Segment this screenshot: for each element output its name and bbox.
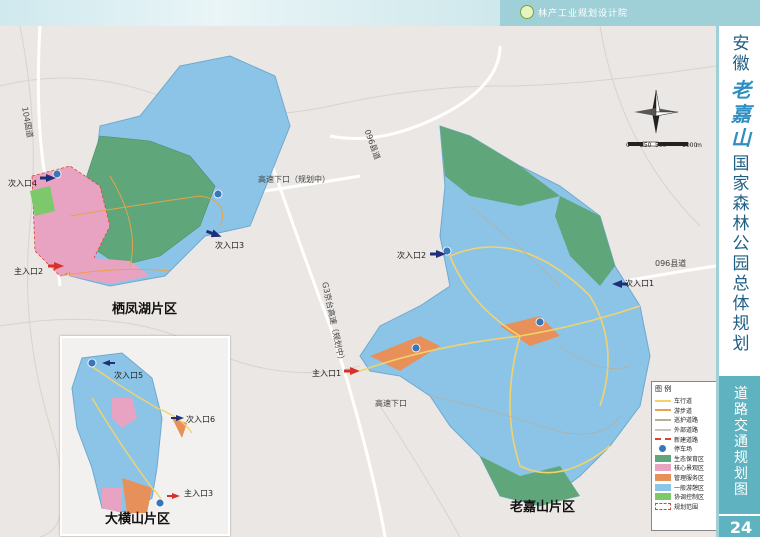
legend-swatch — [655, 454, 671, 462]
legend-item: 生态保育区 — [655, 454, 713, 464]
header-band — [0, 0, 540, 26]
legend-item: 核心景观区 — [655, 463, 713, 473]
map-legend: 图 例 车行道 游步道巡护道路外部道路 新建道路停车场 生态保育区核心景观区管理服务区… — [651, 381, 717, 531]
legend-item: 停车场 — [655, 444, 713, 454]
legend-items: 车行道 游步道巡护道路外部道路 新建道路停车场 生态保育区核心景观区管理服务区 一般游憩… — [655, 396, 713, 511]
map-subtitle-box: 道路交通规划图 — [719, 376, 760, 514]
header-bar: 林产工业规划设计院 — [0, 0, 760, 26]
legend-label: 游步道 — [674, 407, 693, 415]
road-traffic-map: 次入口5 次入口6 主入口3 主入口2 次入口4 次入口3 次入口2 次入口1 … — [0, 26, 716, 537]
legend-item: 车行道 — [655, 396, 713, 406]
entry-arrow-icon — [167, 493, 180, 499]
label-highway-exit: 高速下口 — [375, 399, 407, 408]
scale-tick-0: 0 — [626, 142, 630, 149]
dahengshan-canvas — [71, 352, 193, 514]
legend-title: 图 例 — [655, 385, 672, 393]
legend-item: 外部道路 — [655, 425, 713, 435]
legend-swatch — [655, 493, 671, 501]
legend-label: 规划范围 — [674, 503, 699, 511]
scale-unit: m — [696, 142, 702, 149]
parking-icon — [87, 358, 97, 368]
map-subtitle: 道路交通规划图 — [734, 386, 748, 498]
legend-swatch — [655, 474, 671, 482]
label-entry-sec-4: 次入口4 — [8, 179, 38, 188]
legend-swatch — [655, 418, 671, 421]
legend-item: 巡护道路 — [655, 415, 713, 425]
title-fancy: 老嘉山 — [731, 78, 751, 150]
legend-label: 巡护道路 — [674, 417, 699, 425]
legend-label: 新建道路 — [674, 436, 699, 444]
label-entry-main-2: 主入口2 — [14, 267, 44, 276]
label-entry-sec-5: 次入口5 — [114, 371, 144, 380]
legend-swatch — [655, 483, 671, 491]
scale-tick-250: 250 — [640, 142, 652, 149]
legend-item: 管理服务区 — [655, 473, 713, 483]
road-096-north — [329, 45, 502, 140]
report-title: 安徽 老嘉山 国家森林公园总体规划 — [728, 34, 754, 354]
label-entry-sec-1: 次入口1 — [625, 279, 655, 288]
legend-item: 新建道路 — [655, 434, 713, 444]
scale-tick-1000: 1000 — [682, 142, 698, 149]
legend-item: 协调控制区 — [655, 492, 713, 502]
label-area-dahengshan: 大横山片区 — [105, 512, 171, 527]
legend-swatch — [655, 399, 671, 402]
label-entry-sec-2: 次入口2 — [397, 251, 427, 260]
legend-swatch — [659, 445, 666, 453]
label-entry-main-3: 主入口3 — [184, 489, 214, 498]
parking-icon — [52, 169, 62, 179]
page-number: 24 — [719, 514, 760, 537]
legend-label: 停车场 — [674, 446, 693, 454]
parking-icon — [213, 189, 223, 199]
legend-swatch — [655, 438, 671, 441]
laojiashan-area — [359, 125, 651, 507]
legend-swatch — [655, 428, 671, 431]
scale-bar: 0 250 500 1000 m — [626, 134, 706, 152]
label-entry-sec-3: 次入口3 — [215, 241, 245, 250]
title-panel: 安徽 老嘉山 国家森林公园总体规划 道路交通规划图 24 — [716, 26, 760, 537]
title-prefix: 安徽 — [732, 34, 750, 74]
dahengshan-inset: 次入口5 次入口6 主入口3 — [60, 336, 230, 536]
label-area-qifenghu: 栖凤湖片区 — [112, 302, 178, 317]
legend-label: 核心景观区 — [674, 465, 705, 473]
legend-swatch — [655, 409, 671, 412]
legend-label: 协调控制区 — [674, 494, 705, 502]
legend-swatch — [655, 464, 671, 472]
label-highway-exit-planned: 高速下口（规划中） — [258, 175, 330, 184]
label-area-laojiashan: 老嘉山片区 — [510, 500, 576, 515]
north-arrow-icon — [634, 89, 679, 134]
legend-item: 一般游憩区 — [655, 482, 713, 492]
label-entry-sec-6: 次入口6 — [186, 415, 216, 424]
legend-item: 规划范围 — [655, 502, 713, 512]
scale-tick-500: 500 — [655, 142, 667, 149]
legend-swatch — [655, 502, 671, 510]
legend-label: 生态保育区 — [674, 455, 705, 463]
label-entry-main-1: 主入口1 — [312, 369, 342, 378]
legend-item: 游步道 — [655, 406, 713, 416]
label-road-096-east: 096县道 — [655, 259, 687, 268]
parking-icon — [411, 343, 421, 353]
legend-label: 一般游憩区 — [674, 484, 705, 492]
qifenghu-area — [30, 55, 291, 287]
legend-label: 管理服务区 — [674, 475, 705, 483]
title-suffix: 国家森林公园总体规划 — [732, 154, 750, 354]
institute-name: 林产工业规划设计院 — [538, 9, 629, 19]
institute-logo-icon — [520, 5, 534, 19]
legend-label: 外部道路 — [674, 427, 699, 435]
parking-icon — [535, 317, 545, 327]
parking-icon — [155, 498, 165, 508]
legend-label: 车行道 — [674, 398, 693, 406]
